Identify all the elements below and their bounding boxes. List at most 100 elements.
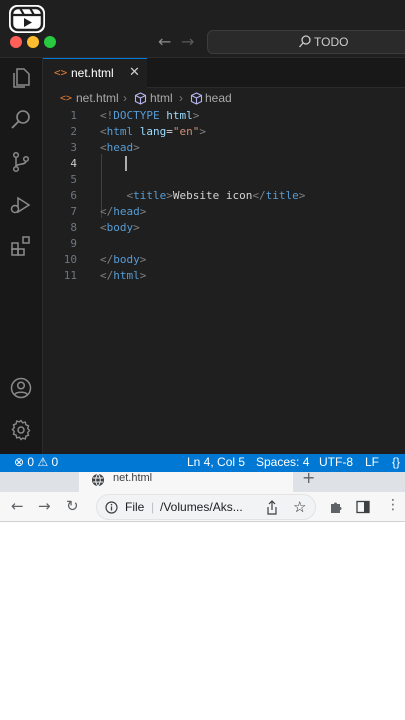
line-number: 3 [70, 141, 77, 154]
code-token: > [166, 189, 173, 202]
code-token: > [133, 141, 140, 154]
line-number: 11 [63, 269, 77, 282]
new-tab-button[interactable]: + [302, 472, 315, 487]
back-arrow-icon[interactable]: ← [11, 497, 24, 515]
window-minimize-button[interactable] [27, 36, 39, 48]
code-token: < [100, 221, 107, 234]
side-panel-icon[interactable] [356, 500, 370, 514]
code-token: <! [100, 109, 114, 122]
close-icon[interactable]: ✕ [129, 65, 140, 80]
code-token: > [298, 189, 306, 202]
browser-page-content [0, 522, 405, 720]
tab-net-html[interactable]: <> net.html ✕ [43, 58, 147, 88]
run-debug-icon[interactable] [9, 193, 33, 217]
browser-toolbar: ← → ↻ File | /Volumes/Aks... ☆ ⋮ [0, 492, 405, 522]
braces-icon[interactable]: {} [392, 455, 400, 469]
extensions-puzzle-icon[interactable] [329, 500, 343, 514]
search-icon[interactable] [9, 108, 33, 132]
code-line[interactable]: 9 [43, 236, 405, 252]
code-token: title [265, 189, 299, 202]
code-line[interactable]: 7 </head> [43, 204, 405, 220]
symbol-element-icon [134, 92, 147, 105]
line-number: 7 [70, 205, 77, 218]
code-line[interactable]: 8 <body> [43, 220, 405, 236]
source-control-icon[interactable] [9, 150, 33, 174]
code-line[interactable]: 11 </html> [43, 268, 405, 284]
window-zoom-button[interactable] [44, 36, 56, 48]
line-number: 9 [70, 237, 77, 250]
code-line[interactable]: 1 <!DOCTYPE html> [43, 108, 405, 124]
code-token: = [166, 125, 173, 138]
go-forward-button[interactable]: → [181, 32, 194, 51]
html-file-icon: <> [60, 93, 73, 104]
extensions-icon[interactable] [9, 234, 33, 258]
code-text: <title>Website icon</title> [100, 188, 306, 204]
code-line[interactable]: 6 <title>Website icon</title> [43, 188, 405, 204]
code-token: </ [100, 205, 114, 218]
tab-label: net.html [71, 66, 114, 80]
status-bar: ⊗ 0 ⚠ 0 Ln 4, Col 5 Spaces: 4 UTF-8 LF {… [0, 454, 405, 472]
explorer-files-icon[interactable] [9, 66, 33, 90]
search-icon [299, 35, 311, 48]
window-close-button[interactable] [10, 36, 22, 48]
code-token: > [139, 253, 147, 266]
line-number: 6 [70, 189, 77, 202]
reload-icon[interactable]: ↻ [66, 497, 79, 515]
code-text: </head> [100, 204, 146, 220]
code-token: Website icon [172, 189, 253, 202]
url-scheme: File [125, 500, 145, 514]
code-editor[interactable]: 1 <!DOCTYPE html> 2 <html lang="en"> 3 <head>… [43, 108, 405, 454]
vscode-window: ← → TODO <> net.html ✕ <> net.html › htm… [0, 0, 405, 472]
code-token: > [139, 205, 147, 218]
code-line[interactable]: 10 </body> [43, 252, 405, 268]
share-icon[interactable] [266, 500, 278, 515]
symbol-element-icon [190, 92, 203, 105]
code-token: body [106, 221, 134, 234]
line-number: 2 [70, 125, 77, 138]
globe-icon [92, 473, 104, 487]
account-icon[interactable] [9, 376, 33, 400]
indentation-setting[interactable]: Spaces: 4 [256, 455, 309, 469]
breadcrumb-seg-html[interactable]: html [150, 91, 173, 105]
code-token: </ [252, 189, 266, 202]
bookmark-star-icon[interactable]: ☆ [293, 498, 306, 516]
info-icon [105, 501, 118, 514]
text-cursor [125, 156, 127, 171]
code-token: head [113, 205, 140, 218]
problems-indicator[interactable]: ⊗ 0 ⚠ 0 [14, 455, 58, 469]
chrome-window: net.html + ← → ↻ File | /Volumes/Aks... … [0, 472, 405, 522]
breadcrumb-seg-head[interactable]: head [205, 91, 232, 105]
line-number: 8 [70, 221, 77, 234]
code-text: <head> [100, 140, 140, 156]
more-menu-icon[interactable]: ⋮ [386, 497, 400, 513]
code-text: </body> [100, 252, 146, 268]
code-line[interactable]: 5 [43, 172, 405, 188]
code-token: < [100, 125, 107, 138]
line-number: 10 [63, 253, 77, 266]
code-token: html [113, 269, 140, 282]
code-token: "en" [172, 125, 200, 138]
titlebar: ← → TODO [0, 0, 405, 58]
address-bar[interactable]: File | /Volumes/Aks... ☆ [96, 494, 316, 520]
code-line[interactable]: 4 [43, 156, 405, 172]
forward-arrow-icon[interactable]: → [38, 497, 51, 515]
code-token: > [133, 221, 140, 234]
breadcrumb-file[interactable]: net.html [76, 91, 119, 105]
go-back-button[interactable]: ← [158, 32, 171, 51]
code-line[interactable]: 2 <html lang="en"> [43, 124, 405, 140]
gear-icon[interactable] [9, 418, 33, 442]
code-token: > [199, 125, 206, 138]
code-text: </html> [100, 268, 146, 284]
code-token: lang [139, 125, 167, 138]
file-encoding[interactable]: UTF-8 [319, 455, 353, 469]
chevron-right-icon: › [179, 91, 183, 105]
code-text: <!DOCTYPE html> [100, 108, 199, 124]
line-ending[interactable]: LF [365, 455, 379, 469]
command-center-search[interactable]: TODO [207, 30, 405, 54]
cursor-position[interactable]: Ln 4, Col 5 [187, 455, 245, 469]
code-token: head [106, 141, 134, 154]
browser-tab-net-html[interactable]: net.html [79, 472, 293, 492]
code-line[interactable]: 3 <head> [43, 140, 405, 156]
reels-logo-icon [9, 5, 45, 33]
warning-icon: ⚠ [37, 455, 49, 469]
